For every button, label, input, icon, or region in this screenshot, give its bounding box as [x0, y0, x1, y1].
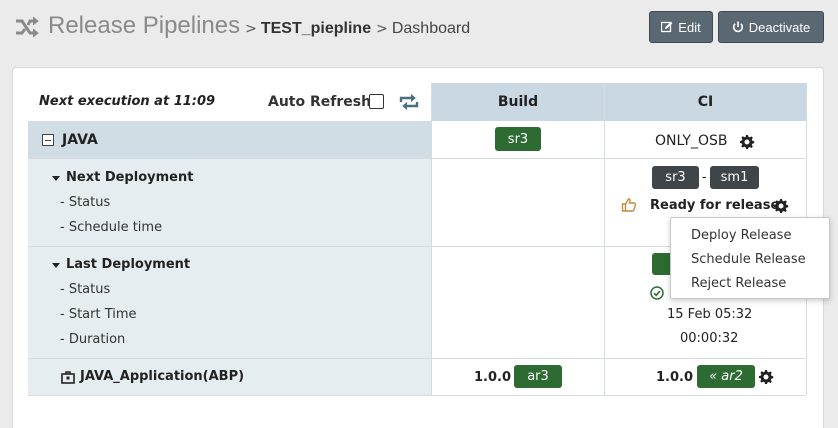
next-schedule-label: - Schedule time: [60, 220, 163, 235]
deactivate-button[interactable]: Deactivate: [718, 11, 824, 43]
next-execution-text: Next execution at 11:09: [39, 94, 216, 109]
power-icon: [732, 21, 743, 33]
release-context-menu: Deploy Release Schedule Release Reject R…: [670, 217, 830, 299]
check-circle-icon: [650, 286, 664, 300]
last-status-label: - Status: [60, 282, 111, 297]
next-deployment-title: Next Deployment: [66, 170, 194, 185]
auto-refresh-label: Auto Refresh: [268, 94, 372, 110]
ci-app-badge[interactable]: « ar2: [697, 365, 755, 388]
application-name: JAVA_Application(ABP): [80, 369, 245, 384]
breadcrumb-page: Dashboard: [391, 20, 471, 37]
build-app-badge[interactable]: ar3: [514, 365, 562, 388]
thumbs-up-icon: [621, 198, 637, 212]
edit-label: Edit: [678, 19, 701, 35]
build-version-badge[interactable]: sr3: [495, 127, 541, 151]
next-status-label: - Status: [60, 195, 111, 210]
briefcase-icon: [61, 371, 75, 384]
next-status-text: Ready for release: [650, 198, 780, 213]
build-column-cells: [432, 121, 604, 395]
last-duration-label: - Duration: [60, 332, 126, 347]
last-start-time: 15 Feb 05:32: [667, 307, 753, 322]
shuffle-icon: [16, 16, 39, 38]
breadcrumb-root[interactable]: Release Pipelines: [48, 12, 240, 40]
edit-button[interactable]: Edit: [649, 11, 713, 43]
collapse-icon[interactable]: [42, 134, 54, 146]
last-duration: 00:00:32: [680, 331, 739, 346]
menu-item-deploy-release[interactable]: Deploy Release: [691, 228, 791, 243]
auto-refresh-checkbox[interactable]: [369, 94, 384, 109]
caret-down-icon[interactable]: [52, 176, 60, 181]
column-header-ci: CI: [605, 83, 806, 121]
caret-down-icon[interactable]: [52, 263, 60, 268]
gear-icon[interactable]: [758, 369, 774, 385]
breadcrumb-separator: >: [376, 21, 388, 37]
ci-environment: ONLY_OSB: [655, 133, 728, 149]
page-header: Release Pipelines > TEST_piepline > Dash…: [0, 0, 838, 58]
breadcrumb-pipeline[interactable]: TEST_piepline: [261, 20, 371, 38]
gear-icon[interactable]: [739, 134, 755, 150]
deactivate-label: Deactivate: [748, 19, 811, 35]
menu-item-schedule-release[interactable]: Schedule Release: [691, 252, 806, 267]
last-deployment-title: Last Deployment: [66, 257, 191, 272]
last-start-label: - Start Time: [60, 307, 137, 322]
edit-icon: [661, 21, 673, 33]
last-version-badge[interactable]: [652, 253, 672, 275]
ci-app-version: 1.0.0 -: [656, 370, 703, 385]
refresh-icon[interactable]: [398, 93, 420, 111]
gear-icon[interactable]: [773, 198, 789, 214]
column-header-build: Build: [432, 83, 604, 121]
breadcrumb-separator: >: [245, 21, 257, 37]
breadcrumb: Release Pipelines > TEST_piepline > Dash…: [48, 12, 470, 40]
badge-separator: -: [702, 170, 707, 185]
next-badge-sr3[interactable]: sr3: [652, 166, 699, 189]
group-name: JAVA: [62, 132, 98, 148]
menu-item-reject-release[interactable]: Reject Release: [691, 276, 786, 291]
next-badge-sm1[interactable]: sm1: [710, 166, 759, 189]
